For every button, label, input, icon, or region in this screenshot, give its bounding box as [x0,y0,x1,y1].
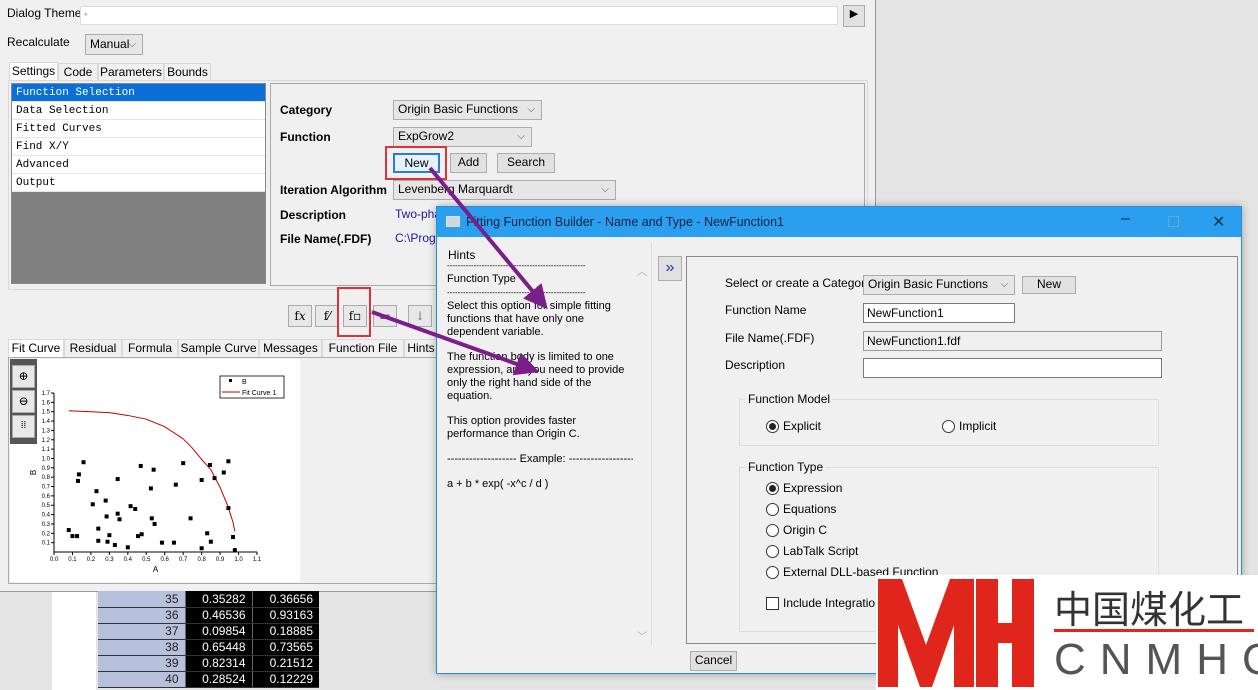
watermark-divider [1054,629,1254,632]
arrow [428,166,548,310]
mh-logo-mark [878,579,1034,687]
watermark-logo: 中国煤化工 CNMHG [876,575,1258,690]
arrow [371,310,540,376]
watermark-en: CNMHG [1054,635,1258,684]
watermark-cn: 中国煤化工 [1054,588,1245,632]
